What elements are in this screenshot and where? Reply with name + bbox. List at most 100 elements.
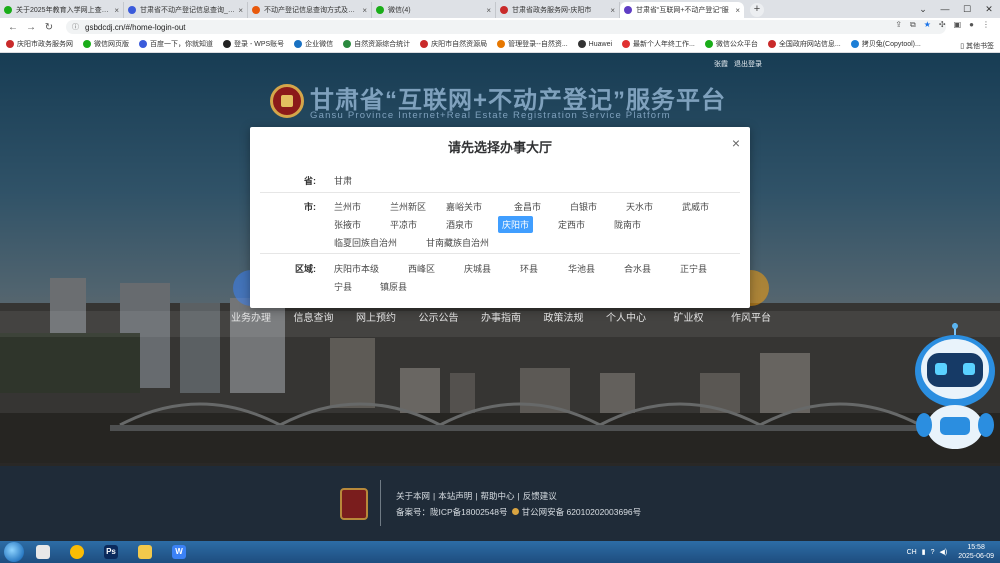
menu-icon[interactable]: ⋮ bbox=[982, 20, 990, 30]
bookmark-favicon-icon bbox=[83, 40, 91, 48]
taskbar-explorer-icon[interactable] bbox=[130, 542, 160, 562]
back-icon[interactable]: ← bbox=[6, 22, 20, 33]
national-emblem-logo bbox=[270, 84, 304, 118]
city-option[interactable]: 武威市 bbox=[678, 198, 713, 215]
tab-close-icon[interactable]: × bbox=[610, 6, 615, 15]
bookmark-item[interactable]: 庆阳市自然资源局 bbox=[420, 39, 487, 49]
city-option[interactable]: 嘉峪关市 bbox=[442, 198, 486, 215]
tab-close-icon[interactable]: × bbox=[735, 6, 740, 15]
city-option[interactable]: 兰州市 bbox=[330, 198, 365, 215]
city-option[interactable]: 临夏回族自治州 bbox=[330, 234, 401, 251]
district-option[interactable]: 庆城县 bbox=[460, 260, 495, 277]
city-option[interactable]: 甘南藏族自治州 bbox=[422, 234, 493, 251]
new-tab-button[interactable]: + bbox=[750, 3, 764, 17]
robot-assistant-icon[interactable] bbox=[910, 323, 1000, 453]
tab-close-icon[interactable]: × bbox=[238, 6, 243, 15]
district-option[interactable]: 华池县 bbox=[564, 260, 599, 277]
bookmark-item[interactable]: 管理登录--自然资... bbox=[497, 39, 568, 49]
tab-favicon-icon bbox=[4, 6, 12, 14]
clock[interactable]: 15:58 2025-06-09 bbox=[958, 543, 994, 561]
tab-close-icon[interactable]: × bbox=[114, 6, 119, 15]
city-option[interactable]: 平凉市 bbox=[386, 216, 421, 233]
city-option[interactable]: 定西市 bbox=[554, 216, 589, 233]
district-option[interactable]: 宁县 bbox=[330, 278, 356, 295]
bookmark-label: 拷贝兔(Copytool)... bbox=[861, 41, 921, 48]
city-option[interactable]: 张掖市 bbox=[330, 216, 365, 233]
reload-icon[interactable]: ↻ bbox=[42, 22, 56, 33]
divider bbox=[260, 253, 740, 254]
taskbar-wps-icon[interactable]: W bbox=[164, 542, 194, 562]
city-option[interactable]: 兰州新区 bbox=[386, 198, 430, 215]
help-icon[interactable]: ? bbox=[931, 549, 935, 556]
police-record[interactable]: 甘公网安备 62010202003696号 bbox=[522, 507, 642, 517]
footer-link[interactable]: 关于本网 bbox=[396, 491, 430, 501]
close-window-button[interactable]: ✕ bbox=[978, 4, 1000, 15]
tab-search-icon[interactable]: ⌄ bbox=[912, 4, 934, 15]
province-label: 省: bbox=[304, 176, 316, 186]
browser-tab[interactable]: 不动产登记信息查询方式及流程 × bbox=[248, 2, 372, 18]
volume-icon[interactable]: ◀) bbox=[939, 548, 947, 556]
sidepanel-icon[interactable]: ▣ bbox=[954, 20, 962, 30]
district-option[interactable]: 西峰区 bbox=[404, 260, 439, 277]
city-option[interactable]: 酒泉市 bbox=[442, 216, 477, 233]
city-option-selected[interactable]: 庆阳市 bbox=[498, 216, 534, 233]
tab-close-icon[interactable]: × bbox=[486, 6, 491, 15]
bookmark-label: 登录 - WPS账号 bbox=[234, 41, 285, 48]
bookmark-star-icon[interactable]: ★ bbox=[924, 20, 931, 30]
city-option[interactable]: 白银市 bbox=[566, 198, 601, 215]
bookmark-item[interactable]: 拷贝兔(Copytool)... bbox=[850, 39, 921, 49]
bookmark-item[interactable]: 微信网页版 bbox=[83, 39, 129, 49]
bookmark-item[interactable]: 登录 - WPS账号 bbox=[223, 39, 284, 49]
maximize-button[interactable]: ☐ bbox=[956, 4, 978, 15]
bookmark-item[interactable]: 微信公众平台 bbox=[704, 39, 758, 49]
district-option[interactable]: 镇原县 bbox=[376, 278, 411, 295]
district-option[interactable]: 正宁县 bbox=[676, 260, 711, 277]
minimize-button[interactable]: — bbox=[934, 4, 956, 14]
city-option[interactable]: 天水市 bbox=[622, 198, 657, 215]
site-info-icon[interactable]: ⓘ bbox=[72, 22, 79, 32]
translate-icon[interactable]: ⧉ bbox=[910, 20, 916, 30]
bookmark-item[interactable]: 最新个人年终工作... bbox=[622, 39, 695, 49]
extensions-icon[interactable]: ✣ bbox=[939, 20, 946, 30]
city-option[interactable]: 陇南市 bbox=[610, 216, 645, 233]
bookmark-item[interactable]: 全国政府网站信息... bbox=[767, 39, 841, 49]
network-icon[interactable]: ▮ bbox=[922, 548, 926, 556]
footer-link[interactable]: 本站声明 bbox=[438, 491, 472, 501]
bookmark-item[interactable]: Huawei bbox=[577, 40, 612, 48]
browser-tab[interactable]: 甘肃省“互联网+不动产登记”服 × bbox=[620, 2, 744, 18]
share-icon[interactable]: ⇪ bbox=[895, 20, 902, 30]
close-icon[interactable]: × bbox=[732, 135, 740, 151]
bookmark-item[interactable]: 企业微信 bbox=[294, 39, 333, 49]
bookmark-other-folder[interactable]: ▯ 其他书签 bbox=[960, 41, 994, 51]
bookmark-favicon-icon bbox=[6, 40, 14, 48]
district-option[interactable]: 庆阳市本级 bbox=[330, 260, 383, 277]
district-option[interactable]: 环县 bbox=[516, 260, 542, 277]
taskbar-app-glyph bbox=[36, 545, 50, 559]
start-button[interactable] bbox=[4, 542, 24, 562]
district-option[interactable]: 合水县 bbox=[620, 260, 655, 277]
browser-tab[interactable]: 微信(4) × bbox=[372, 2, 496, 18]
icp-number[interactable]: 备案号：陇ICP备18002548号 bbox=[396, 507, 508, 517]
taskbar-chrome-icon[interactable] bbox=[62, 542, 92, 562]
bookmark-item[interactable]: 庆阳市政务服务网 bbox=[6, 39, 73, 49]
province-option[interactable]: 甘肃 bbox=[330, 172, 356, 189]
footer-link[interactable]: 反馈建议 bbox=[523, 491, 557, 501]
browser-tab[interactable]: 甘肃省政务服务网-庆阳市 × bbox=[496, 2, 620, 18]
forward-icon[interactable]: → bbox=[24, 22, 38, 33]
bookmark-item[interactable]: 百度一下，你就知道 bbox=[139, 39, 213, 49]
bookmark-item[interactable]: 自然资源综合统计 bbox=[343, 39, 410, 49]
profile-icon[interactable]: ● bbox=[969, 20, 974, 30]
logout-link[interactable]: 退出登录 bbox=[734, 59, 762, 69]
city-option[interactable]: 金昌市 bbox=[510, 198, 545, 215]
tab-favicon-icon bbox=[500, 6, 508, 14]
browser-tab[interactable]: 关于2025年教育入学网上查验不 × bbox=[0, 2, 124, 18]
ime-indicator[interactable]: CH bbox=[907, 549, 917, 556]
browser-tab[interactable]: 甘肃省不动产登记信息查询_百度 × bbox=[124, 2, 248, 18]
footer-separator: | bbox=[433, 491, 436, 501]
footer-link[interactable]: 帮助中心 bbox=[480, 491, 514, 501]
user-name[interactable]: 张霞 bbox=[714, 59, 728, 69]
url-input[interactable]: ⓘ gsbdcdj.cn/#/home-login-out bbox=[66, 20, 946, 34]
taskbar-photoshop-icon[interactable]: Ps bbox=[96, 542, 126, 562]
taskbar-qq-icon[interactable] bbox=[28, 542, 58, 562]
tab-close-icon[interactable]: × bbox=[362, 6, 367, 15]
